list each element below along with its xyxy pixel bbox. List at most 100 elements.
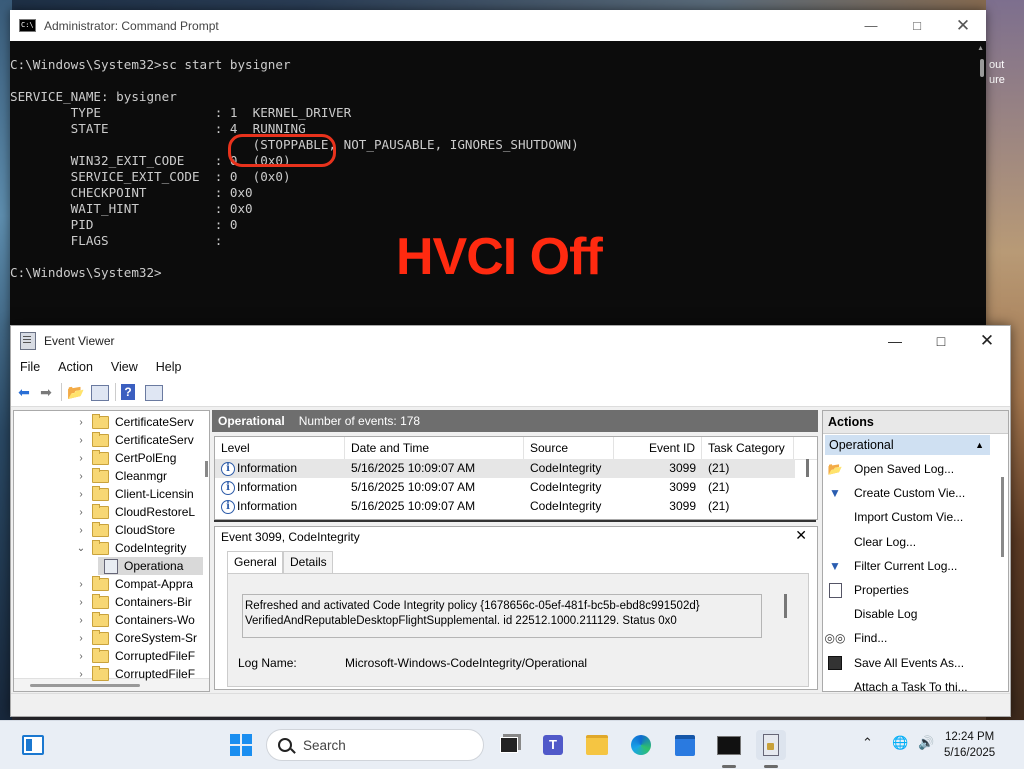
- cmd-titlebar[interactable]: C:\ Administrator: Command Prompt — □ ✕: [10, 10, 986, 41]
- tree-item[interactable]: › Containers-Wo: [76, 611, 195, 629]
- event-viewer-taskbar-icon[interactable]: [756, 730, 786, 760]
- action-item[interactable]: Save All Events As...: [827, 652, 964, 674]
- command-prompt-window[interactable]: C:\ Administrator: Command Prompt — □ ✕ …: [10, 10, 986, 328]
- cmd-minimize-button[interactable]: —: [848, 10, 894, 41]
- teams-icon[interactable]: T: [538, 730, 568, 760]
- col-task-category[interactable]: Task Category: [702, 437, 794, 459]
- events-grid[interactable]: Level Date and Time Source Event ID Task…: [214, 436, 818, 520]
- tree-item[interactable]: › CorruptedFileF: [76, 665, 195, 683]
- action-item[interactable]: Attach a Task To thi...: [827, 676, 968, 691]
- menu-file[interactable]: File: [11, 360, 49, 374]
- menu-help[interactable]: Help: [147, 360, 191, 374]
- cmd-scrollbar-thumb[interactable]: [980, 59, 984, 77]
- actions-scrollbar[interactable]: [1001, 477, 1004, 557]
- start-windows-icon[interactable]: [226, 730, 256, 760]
- collapse-arrow-icon[interactable]: ▲: [975, 435, 984, 455]
- chevron-right-icon[interactable]: ›: [76, 615, 86, 626]
- cmd-close-button[interactable]: ✕: [940, 10, 986, 41]
- tree-item[interactable]: Operationa: [98, 557, 204, 575]
- cmd-scroll-up-icon[interactable]: ▲: [977, 45, 984, 52]
- col-event-id[interactable]: Event ID: [614, 437, 702, 459]
- chevron-right-icon[interactable]: ›: [76, 453, 86, 464]
- pane-splitter[interactable]: [214, 520, 816, 522]
- edge-icon[interactable]: [626, 730, 656, 760]
- description-scrollbar[interactable]: [784, 594, 787, 618]
- chevron-right-icon[interactable]: ›: [76, 507, 86, 518]
- tree-item[interactable]: › Containers-Bir: [76, 593, 192, 611]
- col-source[interactable]: Source: [524, 437, 614, 459]
- actions-section-operational[interactable]: Operational ▲: [825, 435, 990, 455]
- action-item[interactable]: ▼ Create Custom Vie...: [827, 482, 965, 504]
- show-hide-action-pane-icon[interactable]: [145, 385, 163, 401]
- action-item[interactable]: Properties: [827, 579, 909, 601]
- cmd-maximize-button[interactable]: □: [894, 10, 940, 41]
- table-row[interactable]: i Information 5/16/2025 10:09:07 AM CodeInt…: [215, 497, 795, 516]
- up-folder-icon[interactable]: 📂: [67, 383, 85, 401]
- ev-close-button[interactable]: ✕: [964, 326, 1010, 356]
- table-row[interactable]: i Information 5/16/2025 10:09:07 AM CodeInt…: [215, 478, 795, 497]
- task-view-icon[interactable]: [494, 730, 524, 760]
- chevron-right-icon[interactable]: ›: [76, 435, 86, 446]
- taskbar-clock[interactable]: 12:24 PM 5/16/2025: [944, 729, 995, 761]
- folder-icon: [92, 467, 109, 483]
- taskbar-search-input[interactable]: Search: [266, 729, 484, 761]
- tree-item[interactable]: ⌄ CodeIntegrity: [76, 539, 186, 557]
- event-viewer-window[interactable]: Event Viewer — □ ✕ File Action View Help…: [10, 325, 1011, 717]
- tree-item[interactable]: › CloudStore: [76, 521, 175, 539]
- tree-item[interactable]: › CertificateServ: [76, 431, 194, 449]
- back-arrow-icon[interactable]: ⬅: [15, 383, 33, 401]
- tree-item[interactable]: › CorruptedFileF: [76, 647, 195, 665]
- show-hidden-icons-icon[interactable]: ⌃: [862, 735, 873, 751]
- ev-maximize-button[interactable]: □: [918, 326, 964, 356]
- show-hide-console-tree-icon[interactable]: [91, 385, 109, 401]
- action-item[interactable]: 📂 Open Saved Log...: [827, 458, 955, 480]
- chevron-right-icon[interactable]: ›: [76, 579, 86, 590]
- tree-item[interactable]: › CertPolEng: [76, 449, 176, 467]
- action-item[interactable]: ◎◎ Find...: [825, 627, 888, 649]
- chevron-right-icon[interactable]: ›: [76, 669, 86, 680]
- widgets-icon[interactable]: [18, 730, 48, 760]
- grid-vertical-scrollbar[interactable]: [806, 459, 809, 477]
- file-explorer-icon[interactable]: [582, 730, 612, 760]
- console-tree[interactable]: › CertificateServ › CertificateServ › CertPol…: [13, 410, 210, 692]
- chevron-down-icon[interactable]: ⌄: [76, 543, 86, 554]
- actions-pane: Actions Operational ▲ 📂 Open Saved Log...…: [822, 410, 1009, 692]
- forward-arrow-icon[interactable]: ➡: [37, 383, 55, 401]
- chevron-right-icon[interactable]: ›: [76, 633, 86, 644]
- tree-item[interactable]: › CoreSystem-Sr: [76, 629, 197, 647]
- tree-item[interactable]: › CloudRestoreL: [76, 503, 195, 521]
- action-item[interactable]: ▼ Filter Current Log...: [827, 555, 957, 577]
- tree-item[interactable]: › Compat-Appra: [76, 575, 193, 593]
- chevron-right-icon[interactable]: ›: [76, 471, 86, 482]
- tab-details[interactable]: Details: [283, 551, 333, 573]
- close-detail-icon[interactable]: ✕: [795, 527, 807, 544]
- cmd-console[interactable]: C:\Windows\System32>sc start bysigner SE…: [10, 41, 986, 328]
- tree-item[interactable]: › Client-Licensin: [76, 485, 194, 503]
- network-globe-icon[interactable]: 🌐: [892, 735, 908, 751]
- microsoft-store-icon[interactable]: [670, 730, 700, 760]
- action-item[interactable]: Clear Log...: [827, 531, 916, 553]
- volume-icon[interactable]: 🔊: [918, 735, 934, 751]
- chevron-right-icon[interactable]: ›: [76, 525, 86, 536]
- col-level[interactable]: Level: [215, 437, 345, 459]
- event-description[interactable]: Refreshed and activated Code Integrity p…: [242, 594, 762, 638]
- col-date-time[interactable]: Date and Time: [345, 437, 524, 459]
- chevron-right-icon[interactable]: ›: [76, 417, 86, 428]
- tree-vertical-scrollbar[interactable]: [205, 461, 208, 477]
- folder-icon: [92, 449, 109, 465]
- tree-item[interactable]: › CertificateServ: [76, 413, 194, 431]
- menu-view[interactable]: View: [102, 360, 147, 374]
- terminal-icon[interactable]: [714, 730, 744, 760]
- chevron-right-icon[interactable]: ›: [76, 597, 86, 608]
- menu-action[interactable]: Action: [49, 360, 102, 374]
- ev-minimize-button[interactable]: —: [872, 326, 918, 356]
- chevron-right-icon[interactable]: ›: [76, 489, 86, 500]
- help-icon[interactable]: ?: [121, 384, 135, 400]
- action-item[interactable]: Disable Log: [827, 603, 917, 625]
- tab-general[interactable]: General: [227, 551, 283, 573]
- action-item[interactable]: Import Custom Vie...: [827, 506, 963, 528]
- table-row[interactable]: i Information 5/16/2025 10:09:07 AM CodeInt…: [215, 459, 795, 478]
- tree-item[interactable]: › Cleanmgr: [76, 467, 167, 485]
- chevron-right-icon[interactable]: ›: [76, 651, 86, 662]
- ev-titlebar[interactable]: Event Viewer — □ ✕: [11, 326, 1010, 356]
